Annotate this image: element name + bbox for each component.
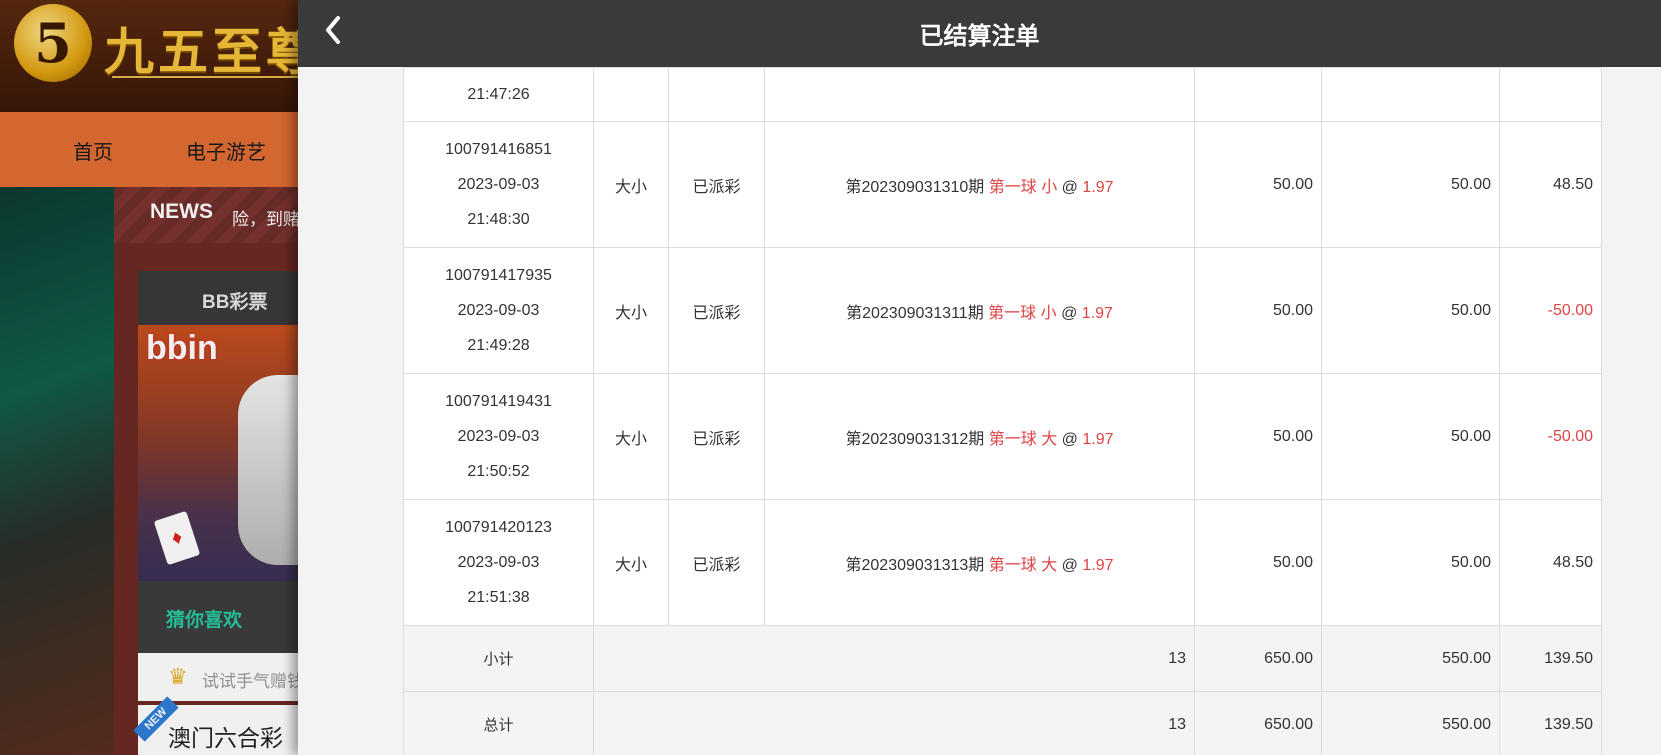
win-loss-cell: 48.50 xyxy=(1499,121,1602,248)
table-row: 100791416851 2023-09-03 21:48:30 大小 已派彩 … xyxy=(403,121,1602,248)
pick: 第一球 大 xyxy=(988,430,1058,448)
valid-amount-cell: 50.00 xyxy=(1321,373,1500,500)
period: 第202309031312期 xyxy=(845,430,985,448)
bet-date: 2023-09-03 xyxy=(457,428,540,445)
bet-amount-cell: 50.00 xyxy=(1194,499,1322,626)
period: 第202309031311期 xyxy=(846,304,984,322)
bet-time: 21:51:38 xyxy=(467,589,530,606)
bet-date: 2023-09-03 xyxy=(457,176,540,193)
status-cell: 已派彩 xyxy=(668,247,765,374)
page-title: 已结算注单 xyxy=(919,23,1040,50)
bet-detail-cell: 第202309031311期 第一球 小 @ 1.97 xyxy=(764,247,1195,374)
modal-header: 已结算注单 xyxy=(298,0,1661,67)
subtotal-row: 小计 13 650.00 550.00 139.50 xyxy=(403,625,1602,692)
odds: 1.97 xyxy=(1082,430,1114,448)
subtotal-valid: 550.00 xyxy=(1321,625,1500,692)
bet-date: 2023-09-03 xyxy=(457,554,540,571)
period: 第202309031310期 xyxy=(845,178,985,196)
total-label: 总计 xyxy=(403,691,594,755)
total-row: 总计 13 650.00 550.00 139.50 xyxy=(403,691,1602,755)
game-cell: 大小 xyxy=(593,121,669,248)
table-row: 100791419431 2023-09-03 21:50:52 大小 已派彩 … xyxy=(403,373,1602,500)
bet-id: 100791419431 xyxy=(445,393,552,410)
bet-amount-cell: 50.00 xyxy=(1194,247,1322,374)
odds: 1.97 xyxy=(1081,304,1113,322)
subtotal-count: 13 xyxy=(593,625,1195,692)
odds: 1.97 xyxy=(1082,178,1114,196)
total-win: 139.50 xyxy=(1499,691,1602,755)
subtotal-label: 小计 xyxy=(403,625,594,692)
table-row: 100791420123 2023-09-03 21:51:38 大小 已派彩 … xyxy=(403,499,1602,626)
bet-id-cell: 100791416851 2023-09-03 21:48:30 xyxy=(403,121,594,248)
period: 第202309031313期 xyxy=(845,556,985,574)
at-sign: @ xyxy=(1061,556,1078,574)
settled-bets-modal: 已结算注单 21:47:26 100791416851 2023-09-03 2… xyxy=(298,0,1661,755)
at-sign: @ xyxy=(1061,430,1078,448)
status-cell: 已派彩 xyxy=(668,121,765,248)
bet-id-cell: 100791417935 2023-09-03 21:49:28 xyxy=(403,247,594,374)
overlay-dim xyxy=(0,0,310,755)
valid-amount-cell: 50.00 xyxy=(1321,121,1500,248)
bet-time: 21:48:30 xyxy=(467,211,530,228)
bet-amount-cell: 50.00 xyxy=(1194,121,1322,248)
table-row-partial: 21:47:26 xyxy=(403,67,1602,122)
game-cell: 大小 xyxy=(593,373,669,500)
subtotal-win: 139.50 xyxy=(1499,625,1602,692)
at-sign: @ xyxy=(1061,304,1078,322)
bet-detail-cell: 第202309031310期 第一球 小 @ 1.97 xyxy=(764,121,1195,248)
bet-detail-cell: 第202309031312期 第一球 大 @ 1.97 xyxy=(764,373,1195,500)
valid-amount-cell: 50.00 xyxy=(1321,247,1500,374)
bet-id-cell: 100791420123 2023-09-03 21:51:38 xyxy=(403,499,594,626)
total-count: 13 xyxy=(593,691,1195,755)
bet-id-cell: 100791419431 2023-09-03 21:50:52 xyxy=(403,373,594,500)
bet-id: 100791416851 xyxy=(445,141,552,158)
odds: 1.97 xyxy=(1082,556,1114,574)
valid-amount-cell: 50.00 xyxy=(1321,499,1500,626)
game-cell: 大小 xyxy=(593,247,669,374)
bet-detail-cell: 第202309031313期 第一球 大 @ 1.97 xyxy=(764,499,1195,626)
pick: 第一球 小 xyxy=(988,178,1058,196)
subtotal-amount: 650.00 xyxy=(1194,625,1322,692)
bet-time: 21:50:52 xyxy=(467,463,530,480)
game-cell: 大小 xyxy=(593,499,669,626)
pick: 第一球 小 xyxy=(988,304,1057,322)
bet-table-container[interactable]: 21:47:26 100791416851 2023-09-03 21:48:3… xyxy=(403,67,1602,755)
win-loss-cell: -50.00 xyxy=(1499,373,1602,500)
status-cell: 已派彩 xyxy=(668,499,765,626)
background-site: 5 九五至尊 首页 电子游艺 NEWS 险，到赌 BB彩票 bbin ♦ 猜你喜… xyxy=(0,0,310,755)
at-sign: @ xyxy=(1061,178,1078,196)
total-valid: 550.00 xyxy=(1321,691,1500,755)
table-row: 100791417935 2023-09-03 21:49:28 大小 已派彩 … xyxy=(403,247,1602,374)
bet-id: 100791420123 xyxy=(445,519,552,536)
bet-date: 2023-09-03 xyxy=(457,302,540,319)
total-amount: 650.00 xyxy=(1194,691,1322,755)
pick: 第一球 大 xyxy=(988,556,1058,574)
bet-id: 100791417935 xyxy=(445,267,552,284)
bet-time: 21:49:28 xyxy=(467,337,530,354)
bet-amount-cell: 50.00 xyxy=(1194,373,1322,500)
win-loss-cell: 48.50 xyxy=(1499,499,1602,626)
bet-table: 21:47:26 100791416851 2023-09-03 21:48:3… xyxy=(403,67,1602,755)
bet-time-cell: 21:47:26 xyxy=(403,67,594,122)
bet-time: 21:47:26 xyxy=(467,86,530,103)
status-cell: 已派彩 xyxy=(668,373,765,500)
win-loss-cell: -50.00 xyxy=(1499,247,1602,374)
